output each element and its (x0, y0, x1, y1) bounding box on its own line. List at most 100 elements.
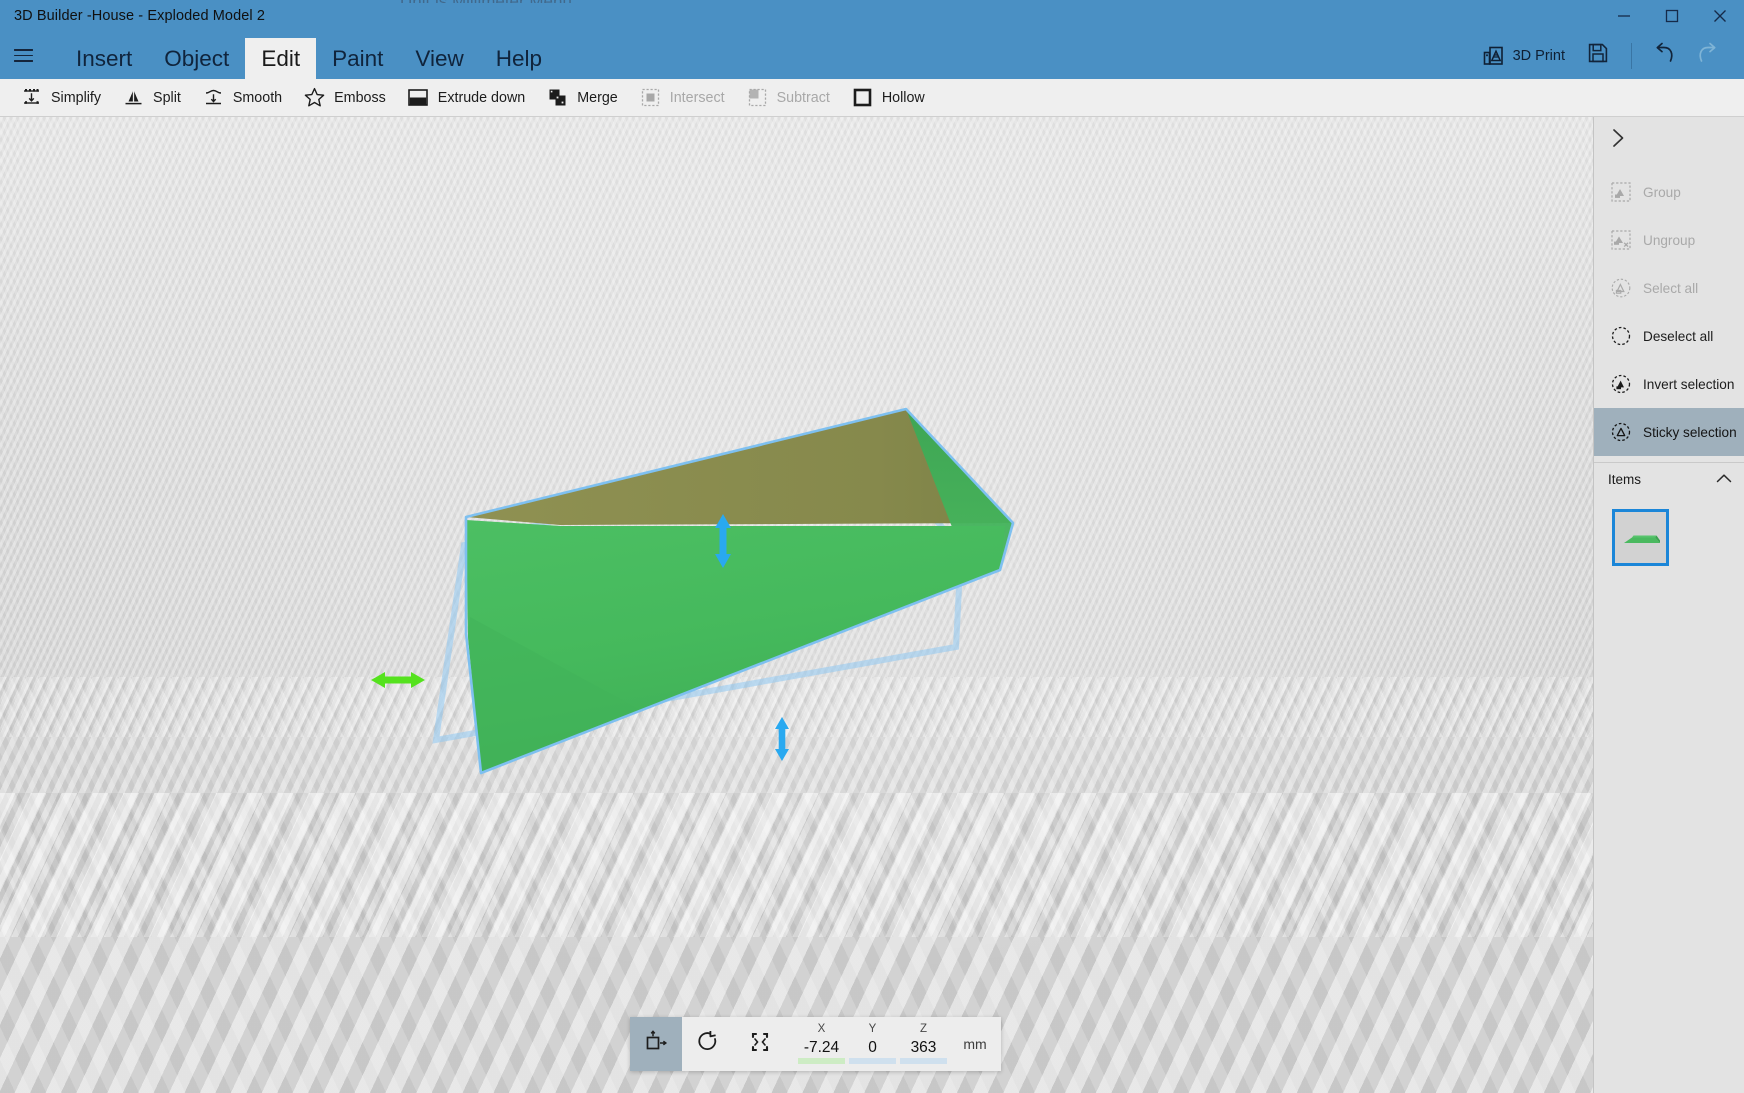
ribbon-emboss-button[interactable]: Emboss (293, 79, 397, 117)
tab-insert[interactable]: Insert (60, 38, 148, 79)
ribbon-intersect-label: Intersect (669, 89, 725, 106)
axis-underline-x (798, 1058, 845, 1064)
tab-object[interactable]: Object (148, 38, 245, 79)
ribbon-smooth-button[interactable]: Smooth (192, 79, 293, 117)
ribbon-extrude-down-button[interactable]: Extrude down (397, 79, 536, 117)
hamburger-menu-icon[interactable] (0, 32, 46, 79)
emboss-star-icon (304, 87, 325, 108)
smooth-icon (203, 87, 224, 108)
axis-label-y: Y (868, 1023, 877, 1035)
sidebar-item-select-all[interactable]: Select all (1594, 264, 1744, 312)
title-bar: Unit is Millimeter Menu ... 3D Builder -… (0, 0, 1744, 32)
ribbon-merge-label: Merge (577, 89, 618, 106)
ribbon-hollow-label: Hollow (881, 89, 925, 106)
ribbon-hollow-button[interactable]: Hollow (841, 79, 936, 117)
items-panel-header[interactable]: Items (1594, 462, 1744, 495)
sidebar-label-group: Group (1643, 184, 1681, 200)
selection-actions-list: Group Ungroup Select all Deselect all In… (1594, 163, 1744, 456)
ribbon-simplify-button[interactable]: Simplify (10, 79, 112, 117)
select-all-icon (1610, 277, 1632, 299)
move-arrow-horizontal (371, 672, 425, 688)
tab-edit[interactable]: Edit (245, 38, 317, 79)
items-panel-body (1594, 495, 1744, 566)
save-button[interactable] (1577, 36, 1619, 76)
sidebar-item-ungroup[interactable]: Ungroup (1594, 216, 1744, 264)
main-tabs: Insert Object Edit Paint View Help (60, 32, 558, 79)
axis-value-y: 0 (868, 1039, 877, 1056)
chevron-up-icon[interactable] (1716, 472, 1732, 487)
rotate-tool-button[interactable] (682, 1017, 734, 1071)
sidebar-item-sticky-selection[interactable]: Sticky selection (1594, 408, 1744, 456)
right-sidebar: Group Ungroup Select all Deselect all In… (1593, 117, 1744, 1093)
ribbon-merge-button[interactable]: Merge (536, 79, 629, 117)
sidebar-item-invert-selection[interactable]: Invert selection (1594, 360, 1744, 408)
save-icon (1588, 43, 1608, 68)
model-thumbnail-1[interactable] (1612, 509, 1669, 566)
window-title: 3D Builder -House - Exploded Model 2 (14, 8, 266, 24)
coordinate-field-y[interactable]: Y 0 (847, 1017, 898, 1071)
sidebar-label-select-all: Select all (1643, 280, 1699, 296)
axis-value-z: 363 (910, 1039, 937, 1056)
redo-button[interactable] (1686, 36, 1728, 76)
redo-icon (1695, 42, 1719, 69)
green-slab-object[interactable] (0, 117, 1593, 1087)
ribbon-split-button[interactable]: Split (112, 79, 192, 117)
coordinate-field-z[interactable]: Z 363 (898, 1017, 949, 1071)
sidebar-collapse-button[interactable] (1594, 117, 1744, 163)
ribbon-emboss-label: Emboss (334, 89, 386, 106)
axis-label-z: Z (919, 1023, 928, 1035)
close-button[interactable] (1696, 0, 1744, 32)
tab-paint[interactable]: Paint (316, 38, 399, 79)
3d-viewport[interactable]: X -7.24 Y 0 Z 363 mm (0, 117, 1593, 1093)
3d-print-icon (1483, 46, 1504, 66)
3d-print-button[interactable]: 3D Print (1471, 36, 1577, 76)
maximize-button[interactable] (1648, 0, 1696, 32)
move-tool-button[interactable] (630, 1017, 682, 1071)
sidebar-item-deselect-all[interactable]: Deselect all (1594, 312, 1744, 360)
axis-underline-z (900, 1058, 947, 1064)
ribbon-subtract-button[interactable]: Subtract (736, 79, 841, 117)
axis-label-x: X (817, 1023, 826, 1035)
ribbon-intersect-button[interactable]: Intersect (629, 79, 736, 117)
model-layer (0, 117, 1593, 1093)
items-panel-title: Items (1608, 471, 1642, 487)
axis-value-x: -7.24 (803, 1039, 840, 1056)
sidebar-item-group[interactable]: Group (1594, 168, 1744, 216)
invert-selection-icon (1610, 373, 1632, 395)
extrude-down-icon (408, 87, 429, 108)
tab-help[interactable]: Help (480, 38, 558, 79)
tab-view[interactable]: View (399, 38, 479, 79)
transform-toolbar: X -7.24 Y 0 Z 363 mm (630, 1017, 1001, 1071)
minimize-button[interactable] (1600, 0, 1648, 32)
3d-print-label: 3D Print (1512, 47, 1565, 64)
app-window: Unit is Millimeter Menu ... 3D Builder -… (0, 0, 1744, 1093)
undo-icon (1653, 42, 1677, 69)
window-controls (1600, 0, 1744, 32)
toolbar-separator (1631, 42, 1632, 69)
coordinate-field-x[interactable]: X -7.24 (796, 1017, 847, 1071)
split-icon (123, 87, 144, 108)
coordinate-fields: X -7.24 Y 0 Z 363 (786, 1017, 949, 1071)
intersect-icon (640, 87, 661, 108)
menu-bar: Insert Object Edit Paint View Help 3D Pr (0, 32, 1744, 79)
group-icon (1610, 181, 1632, 203)
simplify-icon (21, 87, 42, 108)
scale-tool-button[interactable] (734, 1017, 786, 1071)
rotate-icon (696, 1030, 720, 1059)
sticky-selection-icon (1610, 421, 1632, 443)
app-body: X -7.24 Y 0 Z 363 mm Group Ungroup Selec… (0, 117, 1744, 1093)
edit-ribbon-toolbar: Simplify Split Smooth Emboss Extrude dow… (0, 79, 1744, 117)
sidebar-label-invert-selection: Invert selection (1643, 376, 1735, 392)
subtract-icon (747, 87, 768, 108)
hollow-icon (852, 87, 873, 108)
top-edge-artifact: Unit is Millimeter Menu ... (400, 0, 780, 3)
ungroup-icon (1610, 229, 1632, 251)
merge-icon (547, 87, 568, 108)
sidebar-label-sticky-selection: Sticky selection (1643, 424, 1737, 440)
ribbon-simplify-label: Simplify (51, 89, 102, 106)
ribbon-subtract-label: Subtract (776, 89, 830, 106)
chevron-right-icon (1611, 128, 1626, 153)
move-arrow-down-vertical (775, 717, 789, 761)
undo-button[interactable] (1644, 36, 1686, 76)
sidebar-label-deselect-all: Deselect all (1643, 328, 1714, 344)
